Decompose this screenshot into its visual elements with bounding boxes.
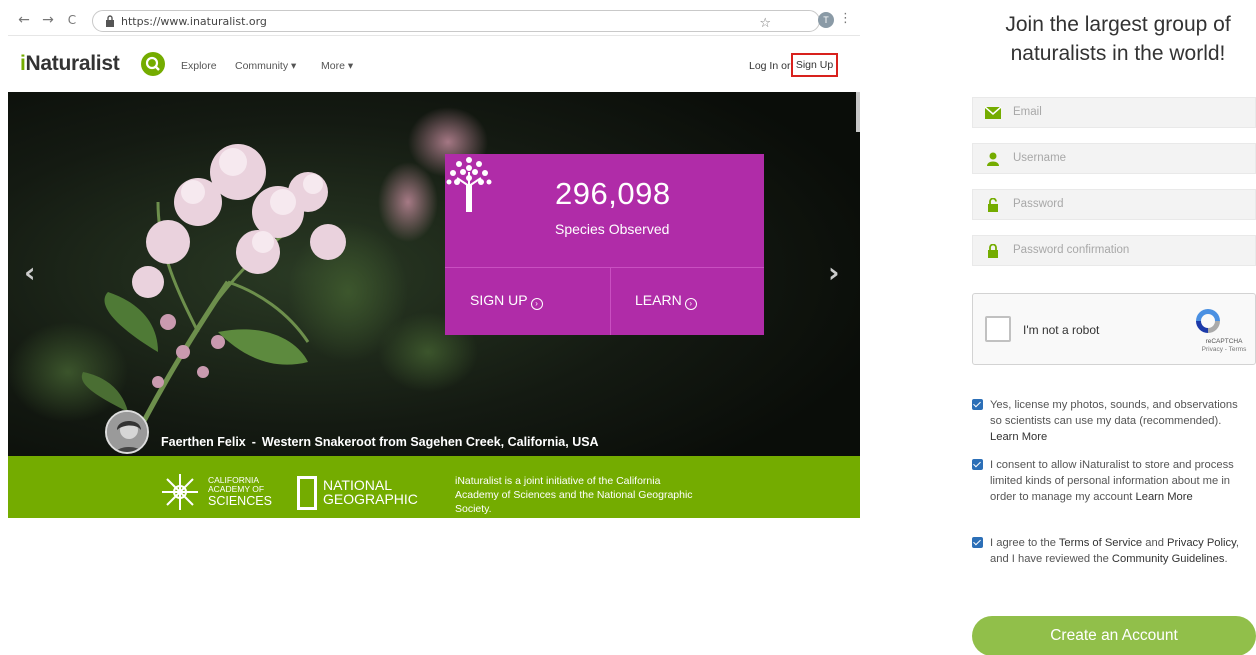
initiative-text: iNaturalist is a joint initiative of the… — [455, 475, 693, 515]
partners-band: CALIFORNIA ACADEMY OF SCIENCES NATIONAL … — [8, 456, 860, 518]
terms-text-end: . — [1224, 553, 1228, 565]
tree-icon — [446, 157, 492, 212]
carousel-prev-icon[interactable]: ‹ — [24, 256, 36, 289]
natgeo-line-1: NATIONAL — [323, 477, 392, 493]
consent-terms-text: I agree to the Terms of Service and Priv… — [990, 535, 1252, 567]
species-label: Species Observed — [555, 221, 670, 237]
profile-avatar-icon[interactable]: T — [818, 12, 834, 28]
lock-icon — [988, 244, 998, 258]
community-guidelines-link[interactable]: Community Guidelines — [1112, 553, 1225, 565]
avatar-portrait — [107, 412, 147, 452]
cas-logo-icon — [162, 474, 198, 510]
natgeo-logo-text[interactable]: NATIONAL GEOGRAPHIC — [323, 478, 418, 506]
email-field[interactable]: Email — [972, 97, 1256, 128]
create-account-button[interactable]: Create an Account — [972, 616, 1256, 655]
screenshot-canvas: ← → C https://www.inaturalist.org ☆ T ⋮ … — [0, 0, 1256, 655]
bookmark-star-icon[interactable]: ☆ — [759, 16, 771, 31]
recaptcha-label: I'm not a robot — [1023, 323, 1100, 337]
search-icon[interactable] — [141, 52, 165, 76]
terms-checkbox[interactable] — [972, 537, 983, 548]
card-signup-label: SIGN UP — [470, 292, 528, 308]
license-checkbox[interactable] — [972, 399, 983, 410]
envelope-icon — [985, 106, 1001, 119]
recaptcha-checkbox[interactable] — [985, 316, 1011, 342]
nav-community[interactable]: Community ▾ — [235, 60, 296, 72]
storage-text: I consent to allow iNaturalist to store … — [990, 459, 1234, 503]
cas-line-2: ACADEMY OF — [208, 484, 265, 494]
username-field[interactable]: Username — [972, 143, 1256, 174]
species-stat-card: 296,098 Species Observed SIGN UP › LEARN › — [445, 154, 764, 335]
storage-learn-more-link[interactable]: Learn More — [1136, 491, 1193, 503]
password-confirmation-field[interactable]: Password confirmation — [972, 235, 1256, 266]
inaturalist-logo[interactable]: iNaturalist — [20, 52, 120, 76]
terms-of-service-link[interactable]: Terms of Service — [1059, 537, 1142, 549]
back-icon[interactable]: ← — [16, 12, 32, 28]
form-title: Join the largest group of naturalists in… — [1005, 13, 1231, 65]
card-divider-vertical — [610, 267, 611, 335]
recaptcha-logo-icon — [1196, 309, 1220, 333]
terms-text-a: I agree to the — [990, 537, 1056, 549]
card-divider-horizontal — [445, 267, 764, 268]
recaptcha-widget: I'm not a robot reCAPTCHA Privacy - Term… — [972, 293, 1256, 365]
password-placeholder: Password — [1013, 198, 1064, 210]
observation-link[interactable]: Western Snakeroot from Sagehen Creek, Ca… — [262, 435, 599, 449]
carousel-next-icon[interactable]: › — [828, 256, 840, 289]
hero-carousel: 296,098 Species Observed SIGN UP › LEARN ›… — [8, 92, 860, 456]
address-bar[interactable]: https://www.inaturalist.org ☆ — [92, 10, 820, 32]
browser-toolbar: ← → C https://www.inaturalist.org ☆ T ⋮ — [8, 6, 860, 36]
privacy-policy-link[interactable]: Privacy Policy — [1167, 537, 1236, 549]
forward-icon[interactable]: → — [40, 12, 56, 28]
signup-form: Join the largest group of naturalists in… — [960, 0, 1256, 655]
logo-text: Naturalist — [25, 52, 120, 75]
password-field[interactable]: Password — [972, 189, 1256, 220]
recaptcha-terms-link[interactable]: Privacy - Terms — [1195, 346, 1253, 353]
lock-icon — [106, 15, 114, 27]
browser-menu-icon[interactable]: ⋮ — [839, 11, 852, 26]
site-header: iNaturalist Explore Community ▾ More ▾ L… — [8, 37, 860, 92]
recaptcha-brand: reCAPTCHA — [1205, 338, 1243, 345]
license-learn-more-link[interactable]: Learn More — [990, 431, 1047, 443]
data-storage-checkbox[interactable] — [972, 459, 983, 470]
cas-line-3: SCIENCES — [208, 494, 272, 508]
natgeo-logo-icon — [297, 476, 317, 510]
photo-credit: Faerthen Felix - Western Snakeroot from Sa… — [161, 435, 599, 449]
consent-storage-text: I consent to allow iNaturalist to store … — [990, 457, 1252, 505]
username-placeholder: Username — [1013, 152, 1067, 164]
photographer-avatar[interactable] — [105, 410, 149, 454]
license-text: Yes, license my photos, sounds, and obse… — [990, 399, 1238, 427]
natgeo-line-2: GEOGRAPHIC — [323, 491, 418, 507]
url-text: https://www.inaturalist.org — [121, 15, 267, 28]
cas-logo-text[interactable]: CALIFORNIA ACADEMY OF SCIENCES — [208, 476, 272, 509]
password-confirmation-placeholder: Password confirmation — [1013, 244, 1130, 256]
unlock-icon — [988, 198, 998, 212]
signup-link[interactable]: Sign Up — [791, 53, 838, 77]
login-link[interactable]: Log In or — [749, 60, 790, 72]
nav-explore[interactable]: Explore — [181, 60, 217, 72]
photographer-name[interactable]: Faerthen Felix — [161, 435, 246, 449]
browser-window: ← → C https://www.inaturalist.org ☆ T ⋮ … — [8, 6, 860, 518]
card-learn-label: LEARN — [635, 292, 682, 308]
circle-arrow-icon: › — [684, 298, 697, 310]
search-glyph — [145, 56, 160, 71]
consent-license-text: Yes, license my photos, sounds, and obse… — [990, 397, 1252, 445]
user-icon — [987, 152, 999, 166]
card-signup-button[interactable]: SIGN UP › — [470, 292, 543, 310]
species-count: 296,098 — [555, 176, 671, 211]
circle-arrow-icon: › — [530, 298, 543, 310]
stat-card-top: 296,098 Species Observed — [445, 154, 764, 267]
email-placeholder: Email — [1013, 106, 1042, 118]
page-scrollbar[interactable] — [856, 92, 860, 132]
reload-icon[interactable]: C — [64, 12, 80, 28]
terms-text-and: and — [1145, 537, 1164, 549]
nav-more[interactable]: More ▾ — [321, 60, 353, 72]
credit-separator: - — [251, 435, 256, 449]
card-learn-button[interactable]: LEARN › — [635, 292, 697, 310]
